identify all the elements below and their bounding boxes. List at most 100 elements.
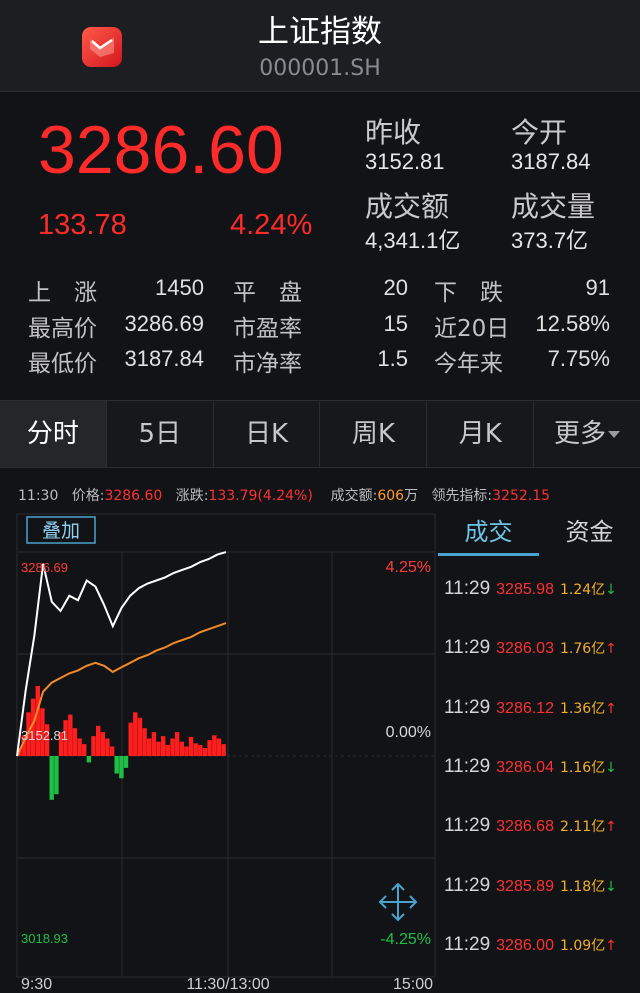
trade-time: 11:29 (444, 578, 491, 599)
prev-close-label: 昨收 (365, 116, 422, 149)
info-amount: 606 (377, 488, 405, 504)
info-change: 133.79(4.24%) (208, 488, 313, 504)
d20-change-label: 近20日 (434, 316, 510, 342)
price-change-percent: 4.24% (230, 209, 313, 241)
volume-bar-up (207, 740, 212, 756)
volume-bar-down (49, 756, 54, 800)
arrow-up-icon: ↑ (605, 700, 617, 717)
low-price-label: 最低价 (28, 351, 97, 377)
volume-bar-up (105, 738, 110, 756)
trade-price: 3286.68 (496, 818, 554, 836)
volume-bar-down (123, 756, 129, 768)
trade-time: 11:29 (444, 755, 491, 777)
volume-bar-up (142, 728, 147, 756)
trade-volume: 1.09亿 (559, 937, 606, 954)
open-value: 3187.84 (511, 149, 591, 174)
current-price: 3286.60 (38, 112, 284, 188)
y-mid-price-label: 3152.81 (21, 728, 68, 743)
open-label: 今开 (511, 116, 568, 149)
pe-ratio-label: 市盈率 (233, 316, 302, 342)
x-label-open: 9:30 (21, 976, 52, 993)
volume-bar-up (156, 741, 161, 756)
volume-bar-up (221, 744, 226, 756)
trade-panel-tabs: 成交 资金 (438, 512, 640, 556)
flat-count-value: 20 (383, 275, 408, 300)
pe-ratio-value: 15 (383, 311, 408, 336)
arrow-up-icon: ↑ (605, 819, 617, 836)
info-lead: 3252.15 (492, 488, 551, 504)
trade-row: 11:29 3286.03 1.76亿↑ (444, 637, 617, 667)
volume-bar-up (212, 735, 217, 756)
turnover-value: 4,341.1亿 (365, 228, 461, 253)
tab-intraday[interactable]: 分时 (0, 401, 107, 467)
volume-bar-up (161, 736, 166, 756)
trade-time: 11:29 (444, 933, 491, 955)
high-price-label: 最高价 (28, 316, 97, 342)
volume-bar-up (68, 714, 73, 756)
expand-arrows-icon[interactable] (378, 882, 418, 922)
pb-ratio-value: 1.5 (377, 346, 408, 371)
volume-bar-up (188, 736, 194, 756)
trade-volume: 1.24亿 (559, 582, 606, 598)
ytd-change-value: 7.75% (547, 346, 610, 371)
quote-panel: 3286.60 133.78 4.24% 昨收 3152.81 今开 3187.… (0, 93, 640, 399)
trade-volume: 2.11亿 (559, 819, 606, 836)
overlay-button[interactable]: 叠加 (42, 520, 80, 542)
tab-monthly-k[interactable]: 月K (427, 401, 535, 467)
trade-price: 3286.04 (496, 758, 554, 776)
volume-bar-up (96, 725, 101, 756)
volume-bar-up (202, 748, 208, 756)
trade-price: 3286.03 (496, 640, 554, 658)
trade-time: 11:29 (444, 874, 491, 896)
trade-row: 11:29 3286.68 2.11亿↑ (444, 815, 617, 845)
low-price-value: 3187.84 (124, 346, 204, 371)
stock-code: 000001.SH (259, 56, 381, 81)
y-mid-pct-label: 0.00% (386, 724, 431, 741)
page-title: 上证指数 (258, 14, 382, 50)
trade-price: 3285.89 (496, 877, 554, 895)
y-top-price-label: 3286.69 (21, 560, 68, 575)
info-time: 11:30 (18, 488, 59, 504)
trade-row: 11:29 3286.04 1.16亿↓ (444, 756, 617, 786)
y-bottom-price-label: 3018.93 (21, 931, 68, 946)
trade-time: 11:29 (444, 696, 491, 718)
trade-time: 11:29 (444, 815, 491, 837)
x-label-close: 15:00 (393, 976, 433, 993)
tab-more-label: 更多 (554, 419, 607, 449)
info-amount-unit: 万 (404, 488, 419, 504)
prev-close-value: 3152.81 (365, 149, 445, 174)
d20-change-value: 12.58% (535, 311, 610, 336)
trade-price: 3286.00 (496, 936, 554, 954)
tab-more[interactable]: 更多 (534, 401, 640, 467)
volume-bar-up (147, 738, 152, 756)
trade-volume: 1.16亿 (559, 759, 606, 776)
flat-count-label: 平 盘 (233, 280, 302, 306)
tab-weekly-k[interactable]: 周K (320, 401, 428, 467)
trade-price: 3285.98 (496, 581, 554, 598)
volume-bar-up (133, 712, 138, 757)
tab-trades[interactable]: 成交 (438, 512, 539, 556)
arrow-up-icon: ↑ (605, 937, 617, 954)
tab-daily-k[interactable]: 日K (214, 401, 321, 467)
volume-bar-up (193, 743, 198, 756)
high-price-value: 3286.69 (124, 311, 204, 336)
volume-bar-up (216, 738, 222, 756)
tab-5day[interactable]: 5日 (107, 401, 214, 467)
tab-capital-flow[interactable]: 资金 (539, 512, 640, 556)
trade-price: 3286.12 (496, 699, 554, 717)
ytd-change-label: 今年来 (434, 351, 503, 377)
trade-row: 11:29 3285.98 1.24亿↓ (444, 578, 617, 608)
volume-bar-down (54, 756, 59, 795)
y-top-pct-label: 4.25% (386, 559, 431, 576)
volume-bar-up (77, 738, 82, 756)
volume-bar-up (109, 746, 115, 756)
down-count-value: 91 (585, 275, 610, 300)
up-count-label: 上 涨 (28, 280, 97, 306)
trade-time: 11:29 (444, 637, 491, 659)
period-tabs: 分时 5日 日K 周K 月K 更多 (0, 400, 640, 468)
volume-bar-up (198, 744, 203, 756)
volume-bar-up (72, 728, 78, 756)
volume-bar-up (184, 746, 189, 756)
arrow-down-icon: ↓ (605, 878, 617, 895)
volume-bar-up (174, 732, 180, 756)
